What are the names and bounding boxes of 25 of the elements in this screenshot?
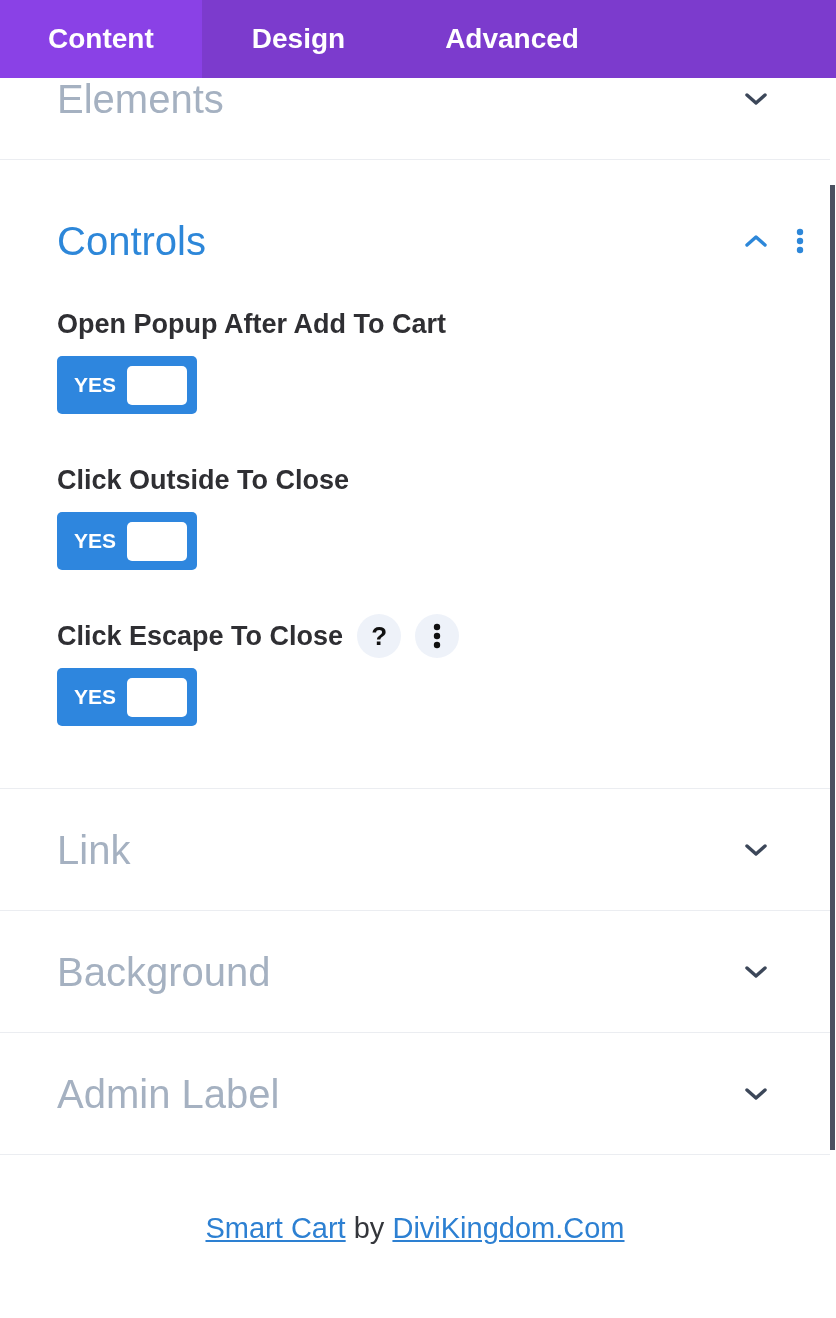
toggle-switch[interactable]: YES: [57, 512, 197, 570]
section-title[interactable]: Background: [57, 949, 740, 994]
section-title[interactable]: Elements: [57, 78, 740, 121]
chevron-down-icon[interactable]: [744, 1086, 768, 1101]
credit-link[interactable]: Smart Cart: [205, 1212, 346, 1244]
field-label: Click Outside To Close: [57, 464, 350, 496]
toggle-switch[interactable]: YES: [57, 356, 197, 414]
more-options-icon[interactable]: [415, 614, 460, 658]
tab[interactable]: Content: [0, 0, 202, 78]
chevron-down-icon[interactable]: [744, 964, 768, 979]
section-title[interactable]: Admin Label: [57, 1071, 740, 1116]
chevron-down-icon[interactable]: [744, 91, 768, 106]
section-title[interactable]: Controls: [57, 219, 740, 263]
field-label: Click Escape To Close: [57, 620, 344, 652]
footer-credit: Smart Cart by DiviKingdom.Com: [204, 1211, 626, 1246]
chevron-up-icon[interactable]: [744, 234, 768, 248]
credit-link[interactable]: DiviKingdom.Com: [392, 1212, 625, 1244]
toggle-switch[interactable]: YES: [57, 668, 197, 726]
chevron-down-icon[interactable]: [744, 842, 768, 857]
help-button[interactable]: ?: [357, 614, 402, 658]
scrollbar[interactable]: [830, 185, 835, 1150]
tab[interactable]: Design: [201, 0, 396, 78]
tab[interactable]: Advanced: [395, 0, 629, 78]
section-title[interactable]: Link: [57, 827, 740, 872]
field-label: Open Popup After Add To Cart: [57, 308, 446, 340]
